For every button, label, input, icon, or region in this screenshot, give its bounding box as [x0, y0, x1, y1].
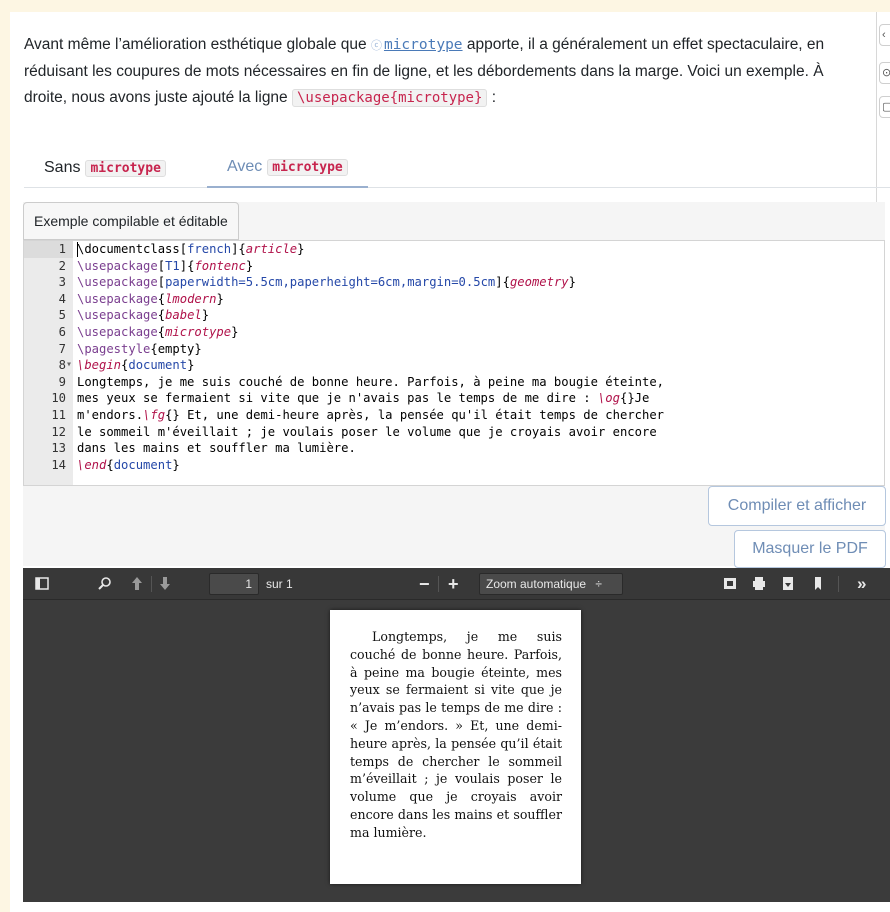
line-number: 4: [58, 291, 66, 306]
line-number: 13: [51, 441, 66, 456]
separator: [438, 576, 439, 592]
separator: [838, 576, 839, 592]
text-cursor: [77, 242, 78, 257]
code-text: dans les mains et souffler ma lumière.: [77, 441, 356, 456]
example-label: Exemple compilable et éditable: [23, 202, 239, 240]
edit-icon[interactable]: ▢: [879, 96, 890, 118]
intro-paragraph: Avant même l’amélioration esthétique glo…: [24, 32, 854, 111]
page-total: sur 1: [266, 577, 293, 591]
code-text: mes yeux se fermaient si vite que je n'a…: [77, 391, 650, 406]
code-text: \documentclass[french]{article}: [77, 242, 305, 256]
pdf-page: Longtemps, je me suis couché de bonne he…: [330, 610, 581, 884]
line-number: 9: [58, 374, 66, 389]
tools-menu-button[interactable]: »: [857, 568, 866, 600]
line-number: 2: [58, 258, 66, 273]
print-icon[interactable]: [752, 568, 766, 600]
code-text: \usepackage[T1]{fontenc}: [77, 258, 254, 273]
copy-icon[interactable]: ⊙: [879, 62, 890, 84]
next-page-icon[interactable]: [159, 568, 171, 600]
line-number: 5: [58, 308, 66, 323]
presentation-mode-icon[interactable]: [723, 568, 737, 600]
line-number: 8: [58, 358, 66, 373]
code-text: \end{document}: [77, 457, 180, 472]
fold-icon[interactable]: ▾: [66, 357, 72, 374]
collapse-icon[interactable]: ‹: [879, 24, 890, 46]
code-text: \usepackage{lmodern}: [77, 291, 224, 306]
separator: [151, 576, 152, 592]
tab-label: Sans: [44, 159, 81, 176]
tab-code: microtype: [85, 159, 166, 177]
line-number: 6: [58, 325, 66, 339]
intro-text-1: Avant même l’amélioration esthétique glo…: [24, 36, 371, 53]
line-number: 7: [58, 341, 66, 356]
line-number: 1: [58, 242, 66, 256]
inline-code: \usepackage{microtype}: [291, 89, 488, 107]
hide-pdf-button[interactable]: Masquer le PDF: [734, 530, 886, 568]
microtype-link[interactable]: microtype: [384, 37, 463, 53]
line-number: 14: [51, 457, 66, 472]
code-text: \begin{document}: [77, 358, 195, 373]
code-editor[interactable]: 1 \documentclass[french]{article} 2 \usepac…: [23, 240, 885, 486]
code-text: \pagestyle{empty}: [77, 341, 202, 356]
code-text: \usepackage{babel}: [77, 308, 210, 323]
line-number: 10: [51, 391, 66, 406]
pdf-page-text: Longtemps, je me suis couché de bonne he…: [350, 629, 562, 840]
zoom-select[interactable]: Zoom automatique ÷: [479, 573, 623, 595]
zoom-value: Zoom automatique: [486, 577, 587, 591]
code-text: m'endors.\fg{} Et, une demi-heure après,…: [77, 408, 665, 422]
code-text: Longtemps, je me suis couché de bonne he…: [77, 374, 664, 389]
line-number: 11: [51, 408, 66, 422]
ctan-icon: ⓒ: [370, 40, 382, 52]
pdf-viewer: 1 sur 1 − + Zoom automatique ÷ » Longtem…: [23, 568, 890, 902]
previous-page-icon[interactable]: [131, 568, 143, 600]
line-number: 3: [58, 275, 66, 290]
zoom-out-button[interactable]: −: [419, 568, 430, 600]
compile-button[interactable]: Compiler et afficher: [708, 486, 886, 526]
code-text: le sommeil m'éveillait ; je voulais pose…: [77, 424, 657, 439]
tab-label: Avec: [227, 158, 263, 175]
bookmark-icon[interactable]: [813, 568, 823, 600]
tab-code: microtype: [267, 158, 348, 176]
zoom-in-button[interactable]: +: [448, 568, 459, 600]
pdf-toolbar: 1 sur 1 − + Zoom automatique ÷ »: [23, 568, 890, 600]
line-number: 12: [51, 424, 66, 439]
download-icon[interactable]: [781, 568, 795, 600]
chevron-down-icon: ÷: [595, 577, 602, 591]
sidebar-toggle-icon[interactable]: [35, 568, 49, 600]
tab-avec-microtype[interactable]: Avec microtype: [207, 148, 368, 188]
intro-text-3: :: [487, 89, 497, 106]
example-tabs: Sans microtype Avec microtype: [24, 148, 890, 188]
code-text: \usepackage[paperwidth=5.5cm,paperheight…: [77, 275, 576, 290]
search-icon[interactable]: [98, 568, 112, 600]
code-text: \usepackage{microtype}: [77, 325, 239, 339]
tab-sans-microtype[interactable]: Sans microtype: [24, 148, 186, 188]
page-number-input[interactable]: 1: [209, 573, 259, 595]
